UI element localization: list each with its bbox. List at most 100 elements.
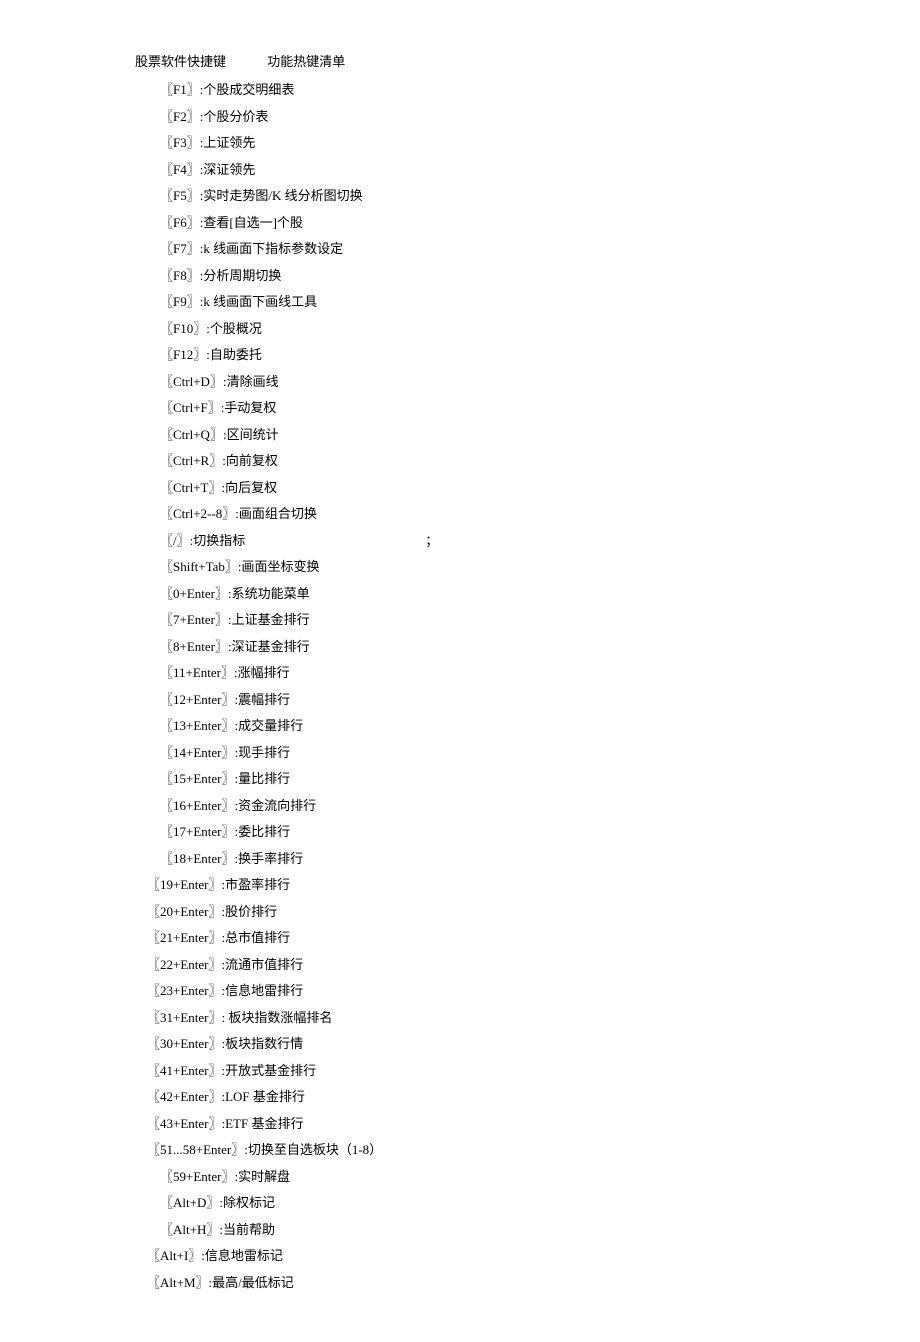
shortcut-item: 〖41+Enter〗:开放式基金排行: [147, 1064, 920, 1077]
shortcut-item: 〖23+Enter〗:信息地雷排行: [147, 984, 920, 997]
shortcut-key: 〖/〗: [160, 533, 190, 548]
shortcut-description: :向后复权: [222, 480, 278, 495]
shortcut-item: 〖Shift+Tab〗:画面坐标变换: [160, 560, 920, 573]
shortcut-item: 〖F3〗:上证领先: [160, 136, 920, 149]
shortcut-key: 〖7+Enter〗: [160, 612, 228, 627]
shortcut-item: 〖Alt+H〗:当前帮助: [160, 1223, 920, 1236]
shortcut-description: :k 线画面下指标参数设定: [200, 241, 343, 256]
shortcut-key: 〖22+Enter〗: [147, 957, 221, 972]
shortcut-key: 〖F10〗: [160, 321, 206, 336]
shortcut-key: 〖Shift+Tab〗: [160, 559, 238, 574]
shortcut-item: 〖43+Enter〗:ETF 基金排行: [147, 1117, 920, 1130]
shortcut-item: 〖Alt+D〗:除权标记: [160, 1196, 920, 1209]
shortcut-item: 〖59+Enter〗:实时解盘: [160, 1170, 920, 1183]
shortcut-description: :信息地雷标记: [201, 1248, 283, 1263]
shortcut-item: 〖7+Enter〗:上证基金排行: [160, 613, 920, 626]
shortcut-list: 〖F1〗:个股成交明细表〖F2〗:个股分价表〖F3〗:上证领先〖F4〗:深证领先…: [135, 83, 920, 1289]
shortcut-key: 〖F7〗: [160, 241, 200, 256]
shortcut-description: :现手排行: [234, 745, 290, 760]
shortcut-item: 〖0+Enter〗:系统功能菜单: [160, 587, 920, 600]
shortcut-key: 〖Alt+I〗: [147, 1248, 201, 1263]
shortcut-key: 〖Ctrl+2--8〗: [160, 506, 235, 521]
shortcut-item: 〖F12〗:自助委托: [160, 348, 920, 361]
shortcut-key: 〖18+Enter〗: [160, 851, 234, 866]
shortcut-item: 〖31+Enter〗: 板块指数涨幅排名: [147, 1011, 920, 1024]
shortcut-item: 〖F8〗:分析周期切换: [160, 269, 920, 282]
shortcut-description: :流通市值排行: [221, 957, 303, 972]
shortcut-description: :清除画线: [223, 374, 279, 389]
shortcut-key: 〖11+Enter〗: [160, 665, 234, 680]
document-subtitle: 功能热键清单: [267, 55, 345, 68]
shortcut-description: :分析周期切换: [200, 268, 282, 283]
shortcut-item: 〖F2〗:个股分价表: [160, 110, 920, 123]
shortcut-description: :委比排行: [234, 824, 290, 839]
shortcut-key: 〖13+Enter〗: [160, 718, 234, 733]
shortcut-description: :深证基金排行: [228, 639, 310, 654]
shortcut-description: :除权标记: [219, 1195, 275, 1210]
shortcut-key: 〖17+Enter〗: [160, 824, 234, 839]
shortcut-key: 〖Alt+H〗: [160, 1222, 219, 1237]
shortcut-item: 〖F7〗:k 线画面下指标参数设定: [160, 242, 920, 255]
shortcut-item: 〖16+Enter〗:资金流向排行: [160, 799, 920, 812]
shortcut-key: 〖F4〗: [160, 162, 200, 177]
shortcut-description: :查看[自选一]个股: [200, 215, 303, 230]
shortcut-description: :向前复权: [222, 453, 278, 468]
shortcut-key: 〖14+Enter〗: [160, 745, 234, 760]
shortcut-description: :实时解盘: [234, 1169, 290, 1184]
shortcut-key: 〖42+Enter〗: [147, 1089, 221, 1104]
shortcut-description: :当前帮助: [219, 1222, 275, 1237]
shortcut-key: 〖16+Enter〗: [160, 798, 234, 813]
document-title: 股票软件快捷键: [135, 55, 226, 68]
shortcut-key: 〖8+Enter〗: [160, 639, 228, 654]
shortcut-item: 〖13+Enter〗:成交量排行: [160, 719, 920, 732]
shortcut-description: :换手率排行: [234, 851, 303, 866]
shortcut-item: 〖F10〗:个股概况: [160, 322, 920, 335]
shortcut-item: 〖12+Enter〗:震幅排行: [160, 693, 920, 706]
shortcut-key: 〖Ctrl+Q〗: [160, 427, 223, 442]
shortcut-key: 〖Ctrl+R〗: [160, 453, 222, 468]
shortcut-key: 〖43+Enter〗: [147, 1116, 221, 1131]
shortcut-description: :资金流向排行: [234, 798, 316, 813]
shortcut-item: 〖22+Enter〗:流通市值排行: [147, 958, 920, 971]
shortcut-description: : 板块指数涨幅排名: [221, 1010, 332, 1025]
shortcut-key: 〖12+Enter〗: [160, 692, 234, 707]
shortcut-item: 〖/〗:切换指标 ；: [160, 534, 920, 547]
shortcut-description: :总市值排行: [221, 930, 290, 945]
shortcut-item: 〖51...58+Enter〗:切换至自选板块（1-8）: [147, 1143, 920, 1156]
shortcut-item: 〖17+Enter〗:委比排行: [160, 825, 920, 838]
shortcut-item: 〖Ctrl+2--8〗:画面组合切换: [160, 507, 920, 520]
shortcut-key: 〖0+Enter〗: [160, 586, 228, 601]
shortcut-description: :区间统计: [223, 427, 279, 442]
shortcut-item: 〖42+Enter〗:LOF 基金排行: [147, 1090, 920, 1103]
shortcut-key: 〖30+Enter〗: [147, 1036, 221, 1051]
shortcut-description: :上证领先: [200, 135, 256, 150]
shortcut-item: 〖F9〗:k 线画面下画线工具: [160, 295, 920, 308]
shortcut-item: 〖18+Enter〗:换手率排行: [160, 852, 920, 865]
shortcut-description: :k 线画面下画线工具: [200, 294, 317, 309]
shortcut-key: 〖F12〗: [160, 347, 206, 362]
shortcut-description: :涨幅排行: [234, 665, 290, 680]
shortcut-key: 〖15+Enter〗: [160, 771, 234, 786]
shortcut-item: 〖F1〗:个股成交明细表: [160, 83, 920, 96]
shortcut-description: :LOF 基金排行: [221, 1089, 304, 1104]
shortcut-description: :画面组合切换: [235, 506, 317, 521]
shortcut-description: :最高/最低标记: [209, 1275, 294, 1290]
shortcut-key: 〖59+Enter〗: [160, 1169, 234, 1184]
shortcut-description: :深证领先: [200, 162, 256, 177]
shortcut-description: :上证基金排行: [228, 612, 310, 627]
shortcut-key: 〖19+Enter〗: [147, 877, 221, 892]
shortcut-description: :实时走势图/K 线分析图切换: [200, 188, 363, 203]
shortcut-description: :切换指标: [190, 533, 246, 548]
shortcut-item: 〖20+Enter〗:股价排行: [147, 905, 920, 918]
shortcut-description: :开放式基金排行: [221, 1063, 316, 1078]
shortcut-description: :画面坐标变换: [238, 559, 320, 574]
shortcut-item: 〖Ctrl+F〗:手动复权: [160, 401, 920, 414]
shortcut-description: :股价排行: [221, 904, 277, 919]
shortcut-key: 〖51...58+Enter〗: [147, 1142, 244, 1157]
shortcut-item: 〖Ctrl+Q〗:区间统计: [160, 428, 920, 441]
shortcut-item: 〖F4〗:深证领先: [160, 163, 920, 176]
shortcut-key: 〖F5〗: [160, 188, 200, 203]
punctuation-mark: ；: [425, 534, 438, 547]
shortcut-key: 〖31+Enter〗: [147, 1010, 221, 1025]
shortcut-item: 〖F6〗:查看[自选一]个股: [160, 216, 920, 229]
